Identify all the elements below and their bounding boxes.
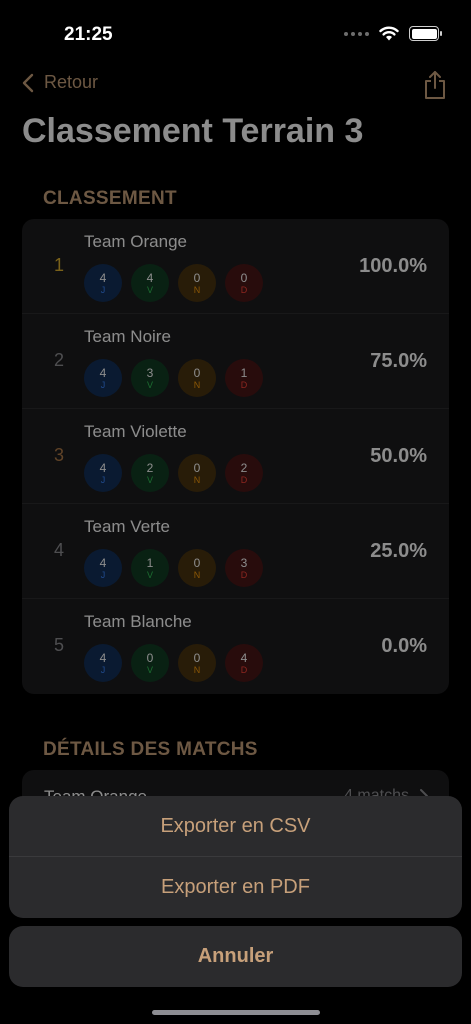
losses-badge: 0D bbox=[225, 264, 263, 302]
team-stats: 4J 2V 0N 2D bbox=[84, 454, 263, 492]
ranking-row[interactable]: 2 Team Noire 4J 3V 0N 1D 75.0% bbox=[22, 314, 449, 409]
chevron-left-icon bbox=[22, 73, 34, 92]
ranking-card: 1 Team Orange 4J 4V 0N 0D 100.0% 2 Team … bbox=[22, 219, 449, 694]
losses-badge: 2D bbox=[225, 454, 263, 492]
wins-badge: 1V bbox=[131, 549, 169, 587]
cancel-button[interactable]: Annuler bbox=[9, 926, 462, 987]
wins-badge: 2V bbox=[131, 454, 169, 492]
draws-badge: 0N bbox=[178, 549, 216, 587]
draws-badge: 0N bbox=[178, 454, 216, 492]
ranking-section-header: CLASSEMENT bbox=[43, 188, 177, 209]
draws-badge: 0N bbox=[178, 359, 216, 397]
rank-number: 2 bbox=[54, 350, 65, 370]
rank-number: 5 bbox=[54, 635, 65, 655]
draws-badge: 0N bbox=[178, 644, 216, 682]
rank-number: 3 bbox=[54, 445, 65, 465]
export-action-sheet: Exporter en CSV Exporter en PDF bbox=[9, 796, 462, 918]
wins-badge: 3V bbox=[131, 359, 169, 397]
home-indicator bbox=[152, 1010, 320, 1015]
wins-badge: 0V bbox=[131, 644, 169, 682]
back-label: Retour bbox=[44, 72, 99, 92]
export-csv-button[interactable]: Exporter en CSV bbox=[9, 796, 462, 857]
team-name: Team Orange bbox=[84, 232, 187, 251]
team-name: Team Violette bbox=[84, 422, 187, 441]
ranking-row[interactable]: 5 Team Blanche 4J 0V 0N 4D 0.0% bbox=[22, 599, 449, 694]
played-badge: 4J bbox=[84, 549, 122, 587]
team-stats: 4J 4V 0N 0D bbox=[84, 264, 263, 302]
losses-badge: 4D bbox=[225, 644, 263, 682]
share-icon[interactable] bbox=[423, 70, 447, 100]
rank-number: 1 bbox=[54, 255, 65, 275]
export-pdf-button[interactable]: Exporter en PDF bbox=[9, 857, 462, 918]
played-badge: 4J bbox=[84, 264, 122, 302]
team-name: Team Noire bbox=[84, 327, 171, 346]
team-stats: 4J 3V 0N 1D bbox=[84, 359, 263, 397]
back-button[interactable]: Retour bbox=[22, 72, 98, 93]
win-percentage: 75.0% bbox=[370, 350, 427, 372]
rank-number: 4 bbox=[54, 540, 65, 560]
played-badge: 4J bbox=[84, 359, 122, 397]
team-name: Team Verte bbox=[84, 517, 170, 536]
played-badge: 4J bbox=[84, 644, 122, 682]
win-percentage: 0.0% bbox=[381, 635, 427, 657]
losses-badge: 3D bbox=[225, 549, 263, 587]
page-title: Classement Terrain 3 bbox=[22, 112, 364, 150]
win-percentage: 100.0% bbox=[359, 255, 427, 277]
ranking-row[interactable]: 3 Team Violette 4J 2V 0N 2D 50.0% bbox=[22, 409, 449, 504]
draws-badge: 0N bbox=[178, 264, 216, 302]
team-stats: 4J 1V 0N 3D bbox=[84, 549, 263, 587]
match-details-section-header: DÉTAILS DES MATCHS bbox=[43, 739, 258, 760]
team-stats: 4J 0V 0N 4D bbox=[84, 644, 263, 682]
ranking-row[interactable]: 4 Team Verte 4J 1V 0N 3D 25.0% bbox=[22, 504, 449, 599]
losses-badge: 1D bbox=[225, 359, 263, 397]
win-percentage: 25.0% bbox=[370, 540, 427, 562]
played-badge: 4J bbox=[84, 454, 122, 492]
win-percentage: 50.0% bbox=[370, 445, 427, 467]
ranking-row[interactable]: 1 Team Orange 4J 4V 0N 0D 100.0% bbox=[22, 219, 449, 314]
team-name: Team Blanche bbox=[84, 612, 192, 631]
wins-badge: 4V bbox=[131, 264, 169, 302]
